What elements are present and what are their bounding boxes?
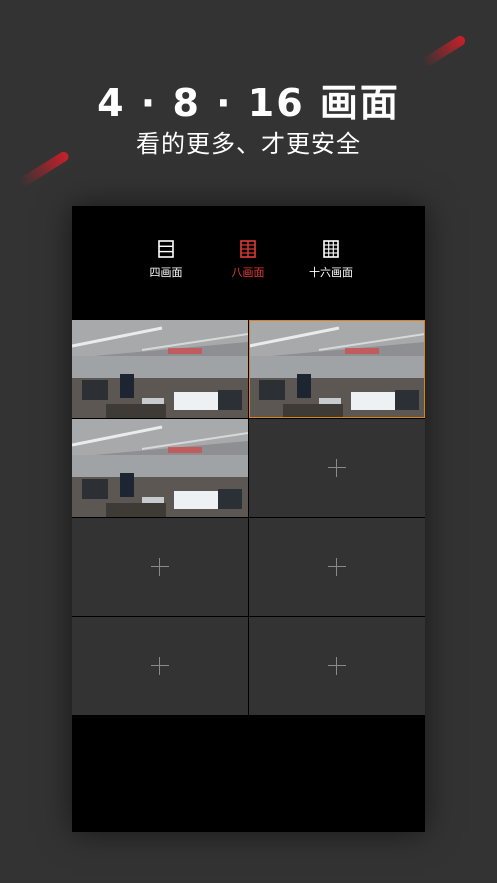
camera-feed-image (72, 419, 248, 517)
plus-icon (328, 657, 346, 675)
camera-slot-empty[interactable] (249, 419, 425, 517)
camera-feed-image (72, 320, 248, 418)
mode-label: 四画面 (149, 266, 183, 279)
decorative-streak (420, 34, 468, 68)
camera-slot-empty[interactable] (249, 617, 425, 715)
plus-icon (151, 558, 169, 576)
phone-screen: 四画面 八画面 十六画面 (72, 206, 425, 832)
plus-icon (328, 558, 346, 576)
camera-slot-feed[interactable] (72, 320, 248, 418)
mode-label: 八画面 (231, 266, 265, 279)
mode-label: 十六画面 (309, 266, 353, 279)
camera-slot-feed[interactable] (72, 419, 248, 517)
plus-icon (151, 657, 169, 675)
camera-slot-empty[interactable] (249, 518, 425, 616)
camera-slot-empty[interactable] (72, 518, 248, 616)
camera-slot-empty[interactable] (72, 617, 248, 715)
split-mode-bar: 四画面 八画面 十六画面 (72, 206, 425, 320)
promo-headline: 4 · 8 · 16 画面 (97, 81, 400, 125)
camera-feed-image (249, 320, 425, 418)
camera-grid (72, 320, 425, 718)
promo-subline: 看的更多、才更安全 (136, 130, 361, 158)
eight-split-icon (240, 240, 256, 258)
mode-eight-split[interactable]: 八画面 (208, 240, 288, 280)
four-split-icon (158, 240, 174, 258)
sixteen-split-icon (323, 240, 339, 258)
camera-slot-feed-selected[interactable] (249, 320, 425, 418)
mode-four-split[interactable]: 四画面 (126, 240, 206, 280)
plus-icon (328, 459, 346, 477)
mode-sixteen-split[interactable]: 十六画面 (291, 240, 371, 280)
